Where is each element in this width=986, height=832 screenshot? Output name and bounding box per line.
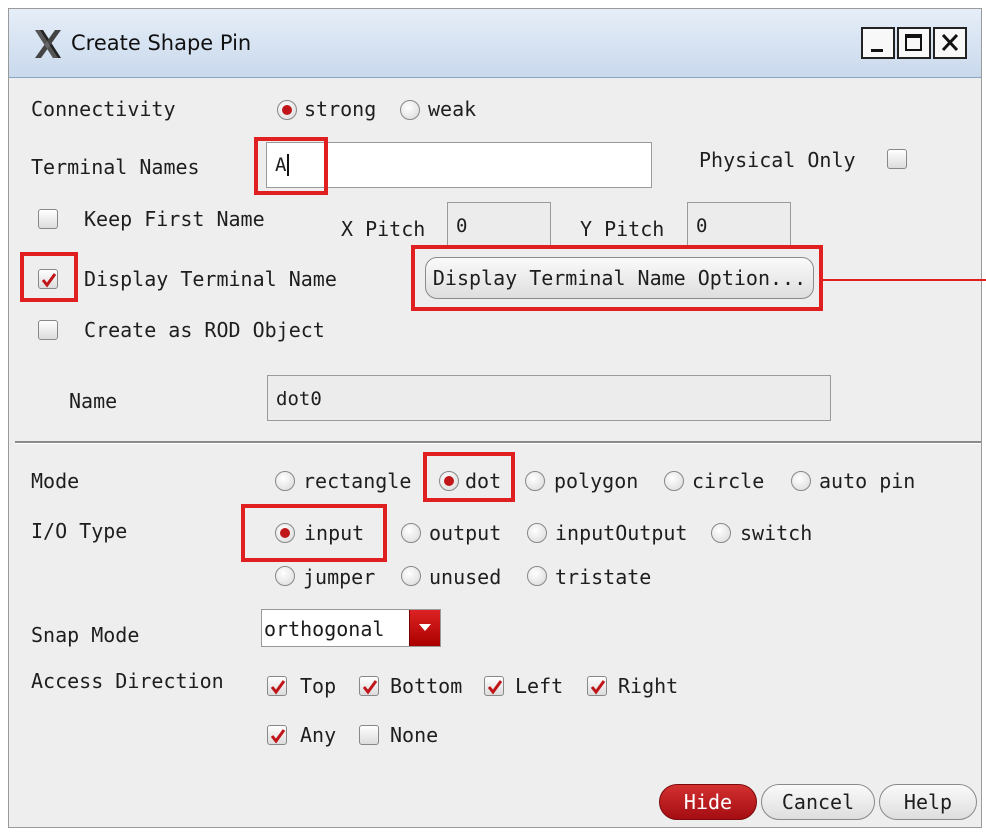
callout-line [821,279,986,281]
create-shape-pin-dialog: Create Shape Pin Connectivity strong wea… [8,8,986,828]
cancel-button[interactable]: Cancel [761,784,875,820]
io-inputoutput-label: inputOutput [555,521,688,545]
checkmark-icon [362,680,378,695]
connectivity-weak-label: weak [428,97,477,121]
connectivity-strong-label: strong [304,97,377,121]
physical-only-checkbox[interactable] [887,149,907,169]
io-switch-label: switch [740,521,813,545]
checkmark-icon [270,729,286,744]
io-unused-label: unused [429,565,502,589]
connectivity-strong-radio[interactable] [277,100,297,120]
mode-polygon-label: polygon [554,469,639,493]
name-input[interactable]: dot0 [267,375,831,421]
dropdown-arrow [409,610,440,646]
checkmark-icon [590,680,606,695]
io-output-label: output [429,521,502,545]
access-none-label: None [390,723,439,747]
close-button[interactable] [933,27,967,59]
io-switch-radio[interactable] [711,523,731,543]
display-terminal-name-highlight [20,252,78,302]
mode-rectangle-label: rectangle [303,469,412,493]
connectivity-label: Connectivity [31,97,176,121]
minimize-button[interactable] [861,27,895,59]
create-as-rod-checkbox[interactable] [38,320,58,340]
x-app-icon [35,30,61,58]
access-none-checkbox[interactable] [359,725,379,745]
help-button[interactable]: Help [879,784,977,820]
snap-mode-dropdown[interactable]: orthogonal [261,609,441,647]
x-pitch-value: 0 [456,215,468,237]
maximize-icon [905,34,922,51]
x-pitch-label: X Pitch [341,217,426,241]
name-value: dot0 [276,388,322,410]
io-output-radio[interactable] [401,523,421,543]
access-bottom-checkbox[interactable] [359,676,379,696]
io-unused-radio[interactable] [401,566,421,586]
name-label: Name [69,389,118,413]
mode-circle-label: circle [692,469,765,493]
access-right-label: Right [618,674,679,698]
access-any-checkbox[interactable] [267,725,287,745]
hide-button[interactable]: Hide [659,784,757,820]
mode-rectangle-radio[interactable] [275,471,295,491]
io-type-label: I/O Type [31,519,128,543]
y-pitch-input[interactable]: 0 [687,202,791,248]
io-jumper-radio[interactable] [275,566,295,586]
keep-first-name-checkbox[interactable] [38,209,58,229]
io-input-highlight [241,504,387,562]
maximize-button[interactable] [897,27,931,59]
mode-circle-radio[interactable] [664,471,684,491]
window-title: Create Shape Pin [71,31,252,55]
access-left-label: Left [515,674,564,698]
display-terminal-name-option-highlight [411,245,823,311]
io-tristate-label: tristate [555,565,652,589]
io-tristate-radio[interactable] [527,566,547,586]
mode-auto-pin-label: auto pin [819,469,916,493]
terminal-names-highlight [254,137,328,195]
keep-first-name-label: Keep First Name [84,207,265,231]
access-bottom-label: Bottom [390,674,463,698]
minimize-icon [871,49,883,52]
mode-label: Mode [31,469,80,493]
mode-auto-pin-radio[interactable] [791,471,811,491]
connectivity-weak-radio[interactable] [400,100,420,120]
checkmark-icon [270,680,286,695]
checkmark-icon [487,680,503,695]
mode-polygon-radio[interactable] [525,471,545,491]
mode-dot-highlight [423,452,515,502]
access-left-checkbox[interactable] [484,676,504,696]
section-divider [15,441,981,444]
close-icon [941,33,959,52]
snap-mode-value: orthogonal [264,617,385,641]
title-bar[interactable]: Create Shape Pin [9,9,981,78]
access-top-checkbox[interactable] [267,676,287,696]
io-inputoutput-radio[interactable] [527,523,547,543]
chevron-down-icon [419,624,431,631]
access-top-label: Top [300,674,337,698]
physical-only-label: Physical Only [699,148,856,172]
terminal-names-label: Terminal Names [31,155,200,179]
snap-mode-label: Snap Mode [31,623,140,647]
io-jumper-label: jumper [303,565,376,589]
y-pitch-value: 0 [696,215,708,237]
display-terminal-name-label: Display Terminal Name [84,267,337,291]
access-any-label: Any [300,723,337,747]
access-right-checkbox[interactable] [587,676,607,696]
y-pitch-label: Y Pitch [580,217,665,241]
x-pitch-input[interactable]: 0 [447,202,551,248]
access-direction-label: Access Direction [31,669,224,693]
create-as-rod-label: Create as ROD Object [84,318,325,342]
